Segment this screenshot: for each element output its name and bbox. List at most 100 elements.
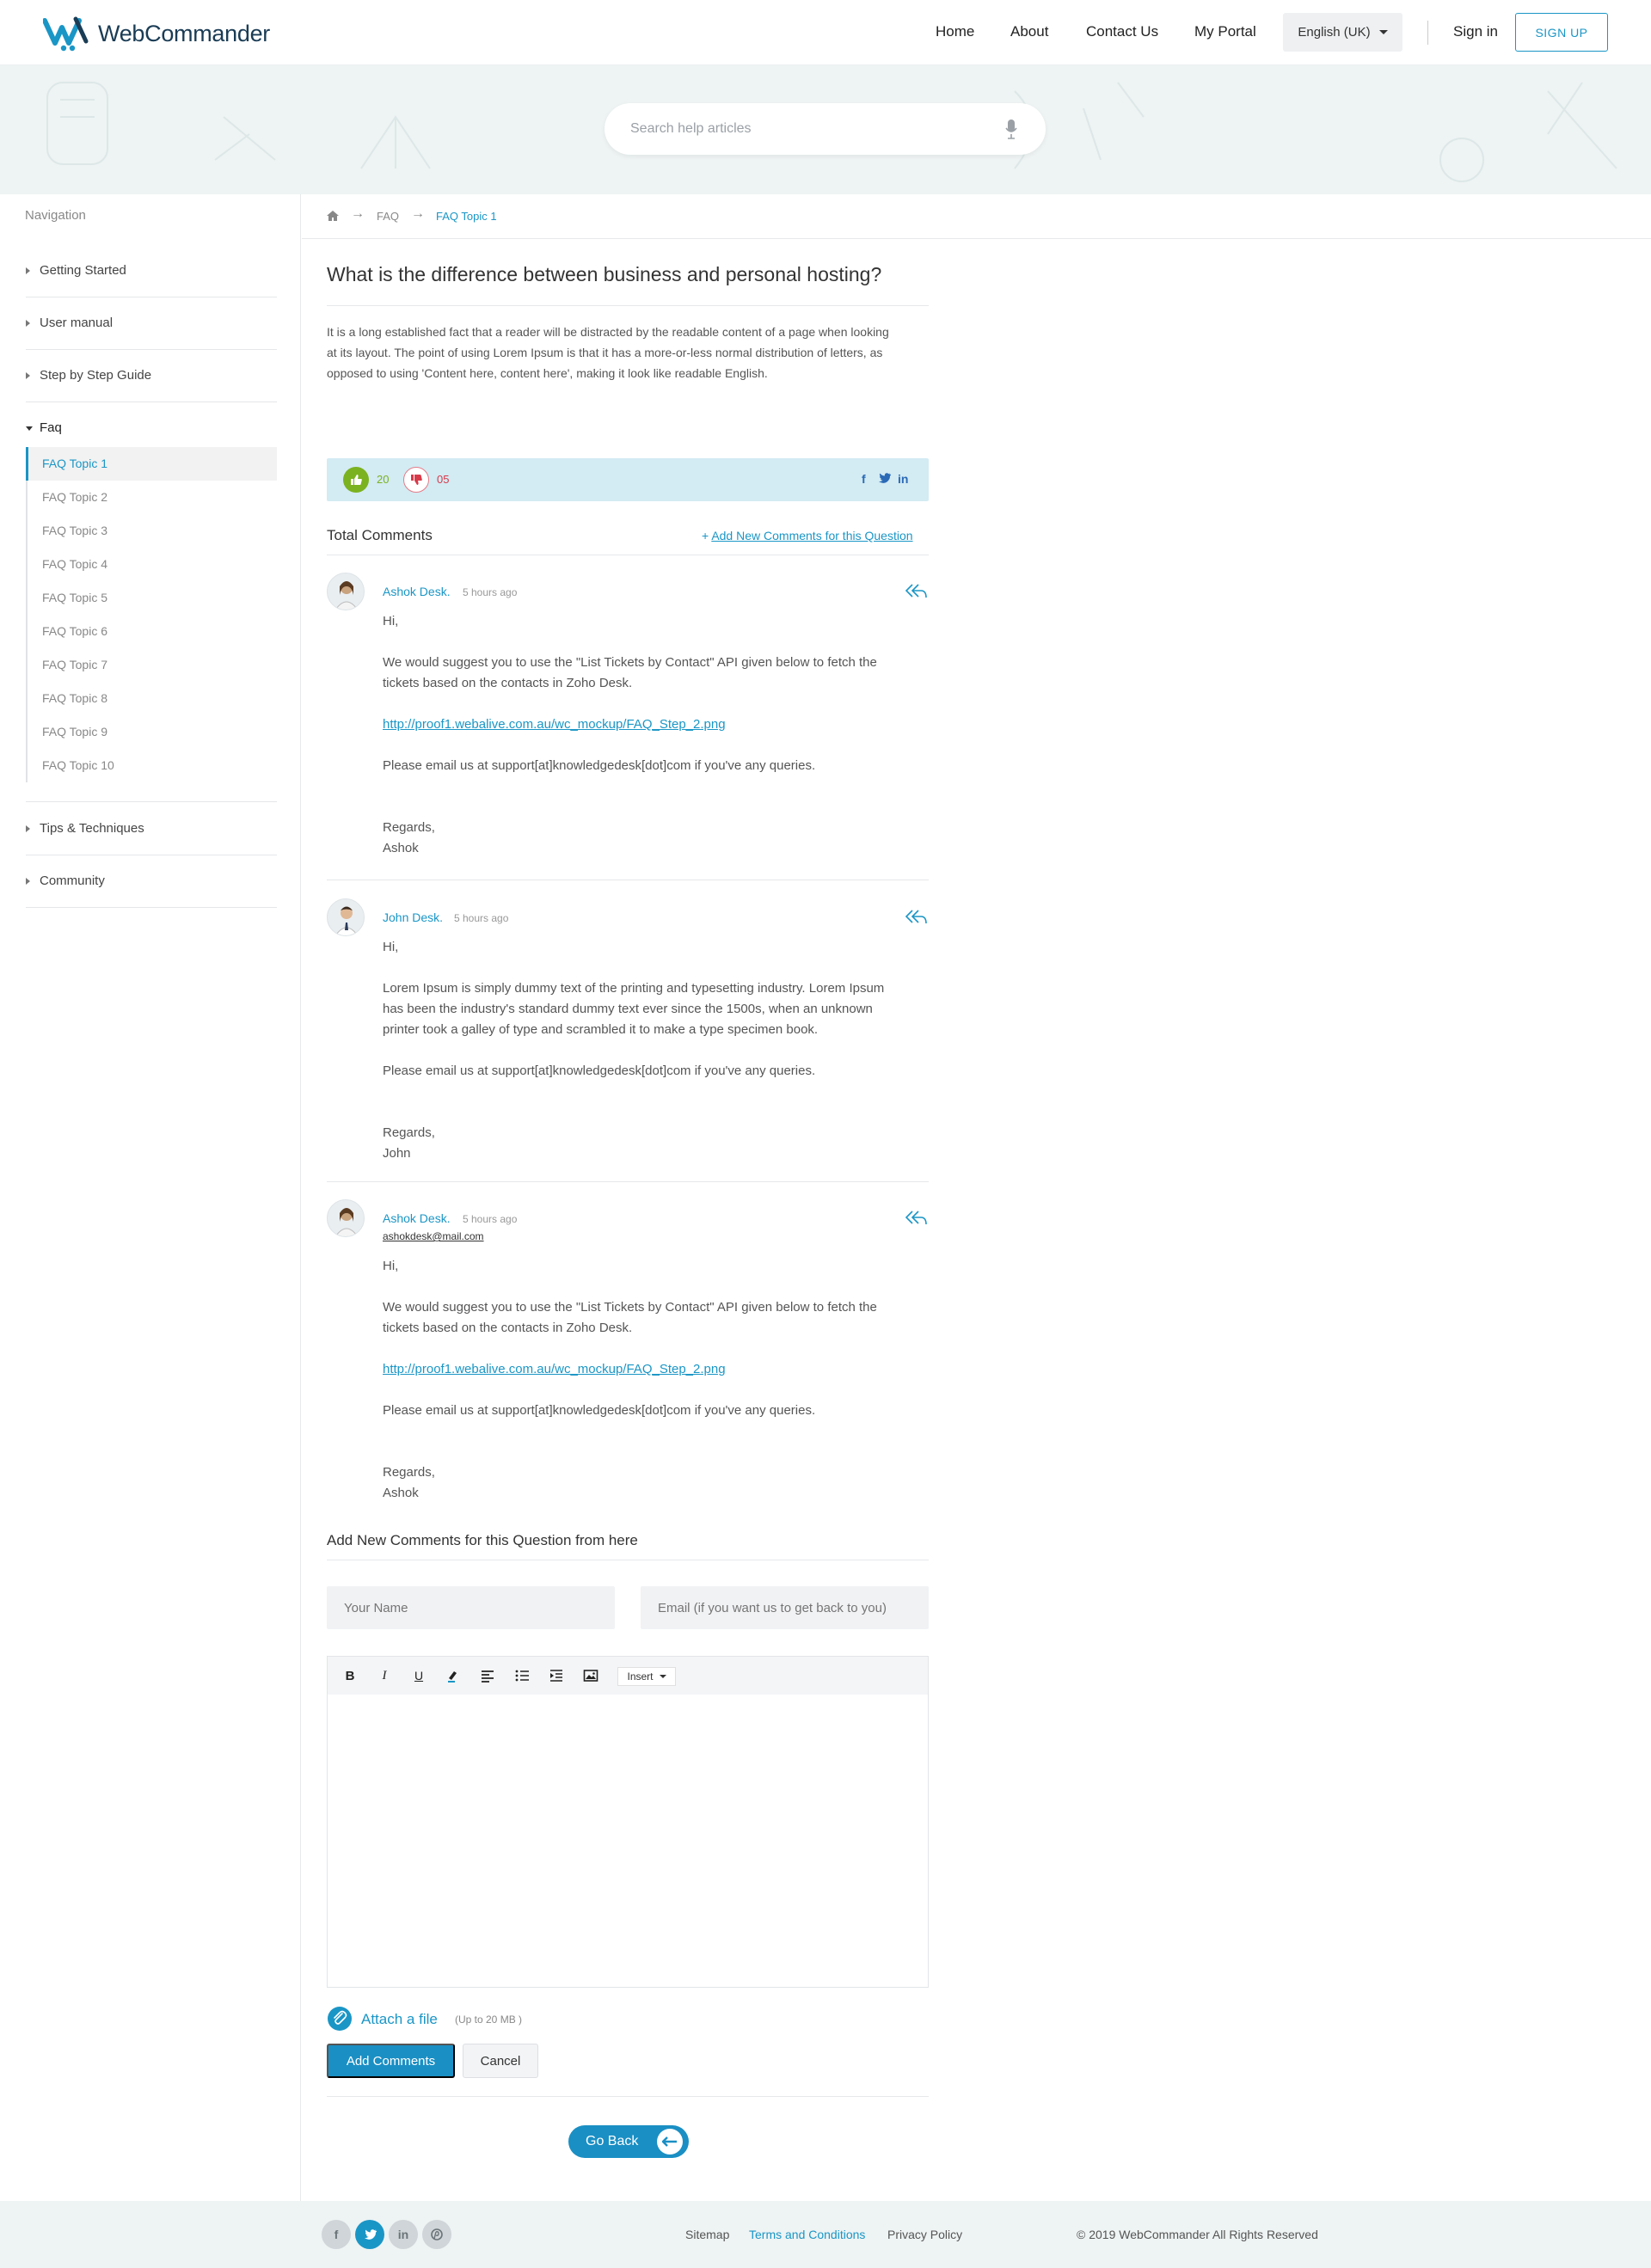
faq-topic-item[interactable]: FAQ Topic 10 — [28, 749, 277, 782]
pinterest-icon[interactable] — [422, 2220, 451, 2249]
facebook-icon[interactable]: f — [322, 2220, 351, 2249]
comment-signoff: Ashok — [383, 1486, 419, 1500]
editor-toolbar: B I U Insert — [328, 1657, 928, 1695]
comment-time: 5 hours ago — [463, 586, 518, 598]
nav-my-portal[interactable]: My Portal — [1194, 23, 1256, 40]
footer-terms-link[interactable]: Terms and Conditions — [749, 2228, 865, 2241]
linkedin-icon[interactable]: in — [389, 2220, 418, 2249]
comment-regards: Regards, — [383, 1125, 435, 1140]
faq-topic-item[interactable]: FAQ Topic 6 — [28, 615, 277, 648]
comment-body: Hi, Lorem Ipsum is simply dummy text of … — [383, 937, 907, 1164]
nav-contact-us[interactable]: Contact Us — [1086, 23, 1158, 40]
faq-topic-item[interactable]: FAQ Topic 3 — [28, 514, 277, 548]
twitter-icon[interactable] — [355, 2220, 384, 2249]
paperclip-icon[interactable] — [327, 2006, 353, 2032]
attach-size-note: (Up to 20 MB ) — [455, 2014, 523, 2026]
breadcrumb-current[interactable]: FAQ Topic 1 — [436, 210, 497, 223]
comment-text: Lorem Ipsum is simply dummy text of the … — [383, 981, 885, 1037]
comment-greeting: Hi, — [383, 940, 399, 954]
faq-topic-item[interactable]: FAQ Topic 2 — [28, 481, 277, 514]
search-box — [605, 103, 1046, 155]
italic-button[interactable]: I — [377, 1668, 392, 1683]
sidebar-divider — [26, 349, 277, 350]
comment-author-email[interactable]: ashokdesk@mail.com — [383, 1230, 484, 1242]
editor-body[interactable] — [328, 1695, 928, 1987]
faq-topic-list: FAQ Topic 1 FAQ Topic 2 FAQ Topic 3 FAQ … — [26, 447, 277, 782]
add-comment-link[interactable]: + Add New Comments for this Question — [702, 529, 913, 542]
comment-signoff: John — [383, 1146, 411, 1161]
breadcrumb-faq[interactable]: FAQ — [377, 210, 399, 223]
faq-topic-item[interactable]: FAQ Topic 9 — [28, 715, 277, 749]
email-field[interactable] — [641, 1586, 929, 1629]
attach-file-link[interactable]: Attach a file — [361, 2011, 438, 2028]
caret-down-icon — [26, 426, 33, 431]
logo-text: WebCommander — [98, 20, 270, 46]
image-icon[interactable] — [583, 1668, 598, 1683]
faq-topic-item[interactable]: FAQ Topic 5 — [28, 581, 277, 615]
nav-about[interactable]: About — [1010, 23, 1048, 40]
footer-privacy-link[interactable]: Privacy Policy — [887, 2228, 962, 2241]
upvote-button[interactable] — [343, 467, 369, 493]
nav-home[interactable]: Home — [936, 23, 974, 40]
cancel-button[interactable]: Cancel — [463, 2044, 538, 2078]
plus-icon: + — [702, 529, 709, 542]
faq-topic-item[interactable]: FAQ Topic 4 — [28, 548, 277, 581]
comment-regards: Regards, — [383, 820, 435, 835]
downvote-button[interactable] — [403, 467, 429, 493]
underline-button[interactable]: U — [411, 1668, 427, 1683]
article-intro: It is a long established fact that a rea… — [327, 325, 889, 380]
footer-sitemap-link[interactable]: Sitemap — [685, 2228, 729, 2241]
comment-link[interactable]: http://proof1.webalive.com.au/wc_mockup/… — [383, 1362, 726, 1376]
chevron-down-icon — [659, 1675, 666, 1678]
align-left-icon[interactable] — [480, 1668, 495, 1683]
home-icon[interactable] — [326, 210, 340, 222]
add-comments-button[interactable]: Add Comments — [327, 2044, 455, 2078]
name-field[interactable] — [327, 1586, 615, 1629]
comment-time: 5 hours ago — [454, 912, 509, 924]
sidebar-item-label: Community — [40, 873, 105, 888]
avatar — [327, 1199, 365, 1237]
comment-signoff: Ashok — [383, 841, 419, 855]
facebook-icon[interactable]: f — [862, 472, 866, 486]
bullet-list-icon[interactable] — [514, 1668, 530, 1683]
search-input[interactable] — [630, 119, 991, 139]
sidebar-item-label: Faq — [40, 420, 62, 435]
linkedin-icon[interactable]: in — [898, 472, 908, 486]
language-select[interactable]: English (UK) — [1283, 13, 1402, 52]
thumbs-up-icon — [351, 475, 362, 485]
twitter-icon[interactable] — [878, 473, 891, 484]
breadcrumb-separator: → — [351, 206, 365, 221]
caret-right-icon — [26, 825, 30, 832]
faq-topic-item[interactable]: FAQ Topic 7 — [28, 648, 277, 682]
sidebar-divider — [26, 907, 277, 908]
site-footer: f in Sitemap Terms and Conditions Privac… — [0, 2201, 1651, 2268]
sign-up-button[interactable]: SIGN UP — [1515, 13, 1608, 52]
sidebar-item-label: Tips & Techniques — [40, 821, 144, 836]
thumbs-down-icon — [411, 475, 422, 485]
bold-button[interactable]: B — [342, 1668, 358, 1683]
sign-in-link[interactable]: Sign in — [1453, 23, 1498, 40]
site-header: WebCommander Home About Contact Us My Po… — [0, 0, 1651, 65]
faq-topic-item[interactable]: FAQ Topic 8 — [28, 682, 277, 715]
indent-icon[interactable] — [549, 1668, 564, 1683]
logo[interactable]: WebCommander — [43, 15, 270, 52]
comment-time: 5 hours ago — [463, 1213, 518, 1225]
go-back-button[interactable]: Go Back — [568, 2125, 689, 2158]
reply-icon[interactable] — [905, 583, 927, 598]
comment-link[interactable]: http://proof1.webalive.com.au/wc_mockup/… — [383, 717, 726, 732]
faq-topic-item[interactable]: FAQ Topic 1 — [26, 447, 277, 481]
go-back-label: Go Back — [586, 2134, 639, 2148]
highlighter-icon[interactable] — [445, 1668, 461, 1683]
comment-author[interactable]: John Desk. — [383, 910, 443, 924]
upvote-count: 20 — [377, 473, 390, 486]
comment-author[interactable]: Ashok Desk. — [383, 585, 451, 598]
logo-icon — [43, 16, 89, 52]
reply-icon[interactable] — [905, 1210, 927, 1225]
comment-author[interactable]: Ashok Desk. — [383, 1211, 451, 1225]
downvote-count: 05 — [437, 473, 450, 486]
microphone-icon[interactable] — [1005, 119, 1017, 139]
insert-dropdown[interactable]: Insert — [617, 1667, 676, 1686]
reply-icon[interactable] — [905, 909, 927, 924]
add-comment-link-label: Add New Comments for this Question — [711, 529, 913, 542]
search-banner — [0, 65, 1651, 194]
